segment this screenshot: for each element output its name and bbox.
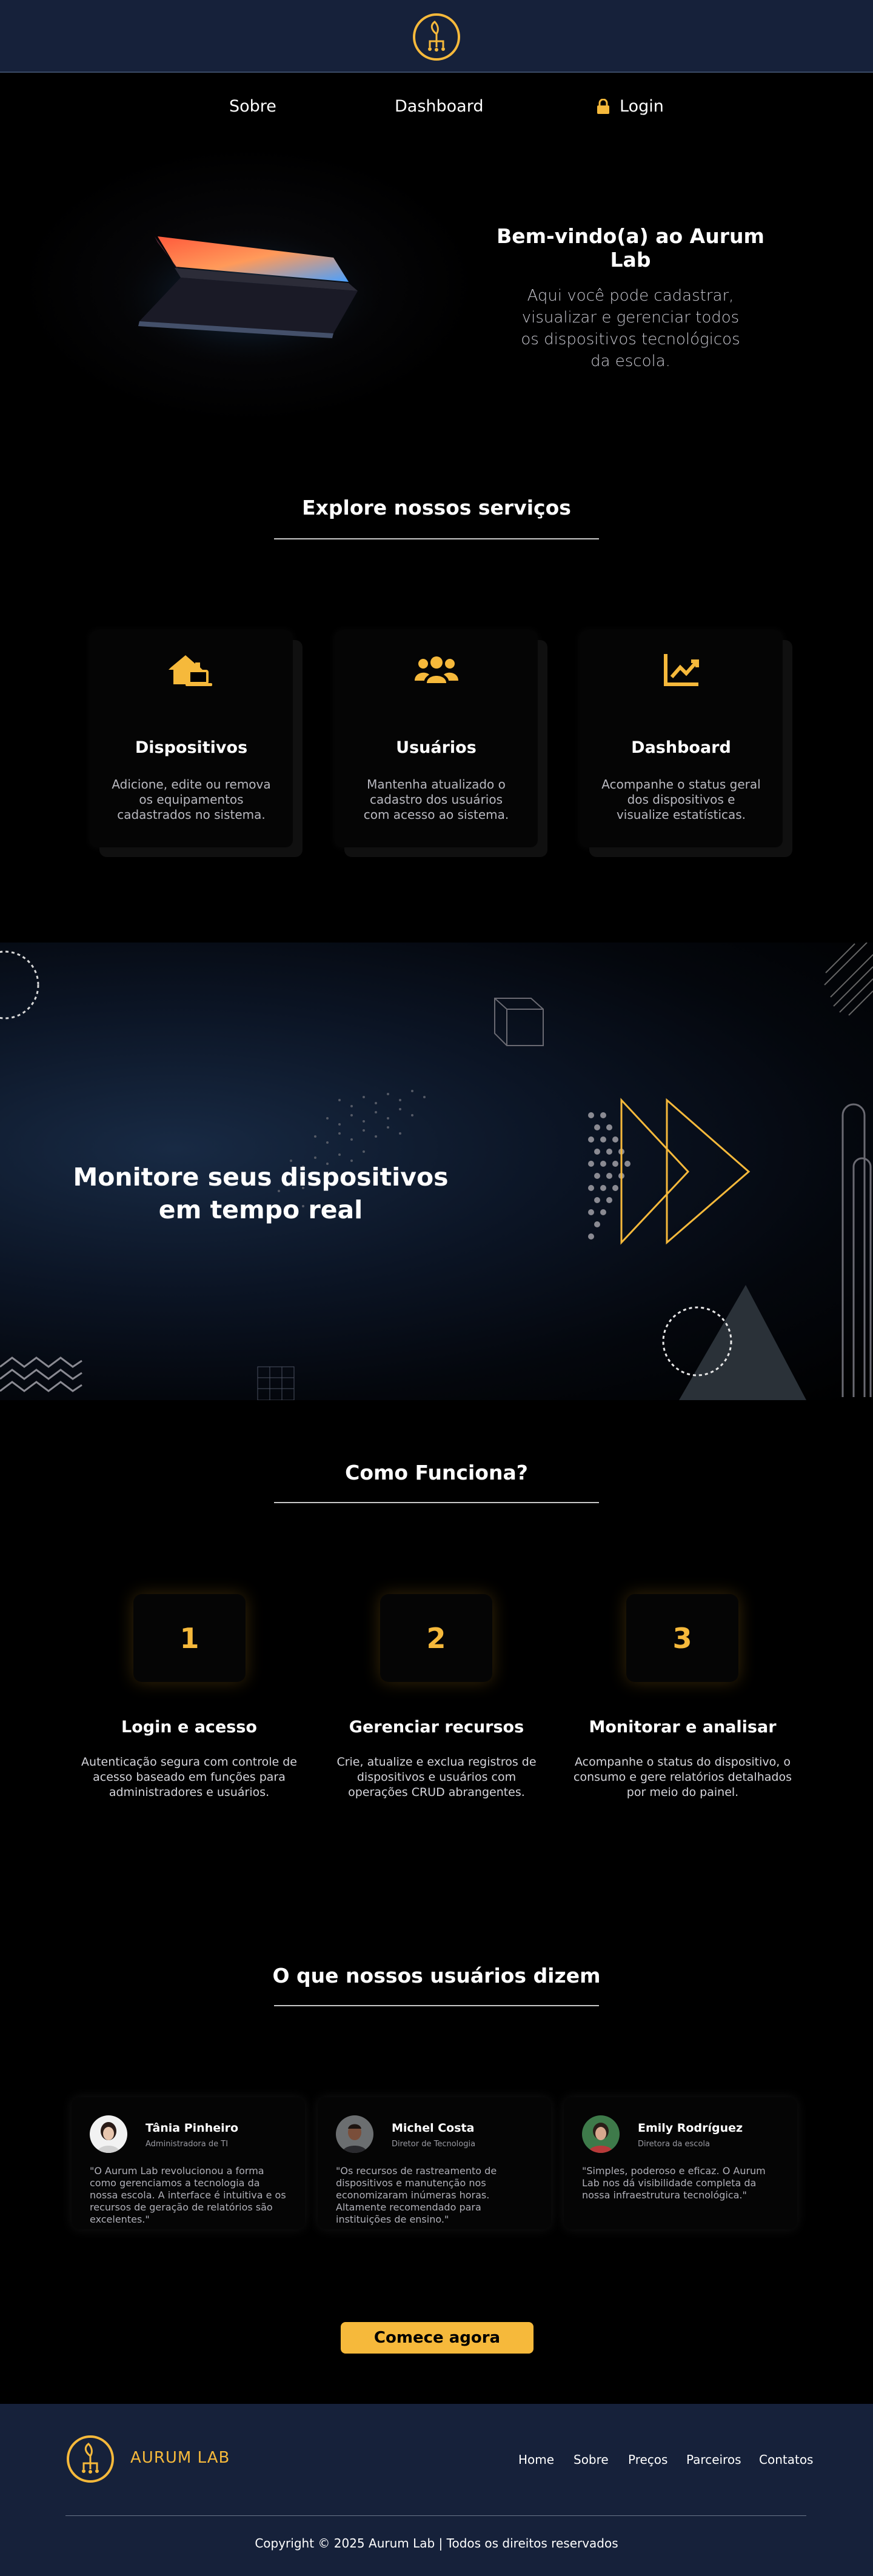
nav-login-link[interactable]: Login bbox=[597, 97, 664, 116]
lock-icon bbox=[597, 98, 609, 114]
nav-dashboard-link[interactable]: Dashboard bbox=[395, 97, 483, 116]
avatar bbox=[90, 2115, 127, 2153]
testimonial-card: Michel Costa Diretor de Tecnologia "Os r… bbox=[318, 2097, 551, 2229]
nav-login-label: Login bbox=[620, 97, 664, 116]
nav-sobre-link[interactable]: Sobre bbox=[229, 97, 276, 116]
step-number-2: 2 bbox=[380, 1594, 492, 1682]
devices-icon bbox=[168, 655, 212, 686]
avatar bbox=[336, 2115, 373, 2153]
footer: AURUM LAB Home Sobre Preços Parceiros Co… bbox=[0, 2404, 873, 2576]
top-bar bbox=[0, 0, 873, 73]
step-title-2: Gerenciar recursos bbox=[349, 1718, 524, 1737]
step-number-1: 1 bbox=[133, 1594, 246, 1682]
aurum-logo-icon[interactable] bbox=[65, 2434, 115, 2484]
hero-text: Aqui você pode cadastrar, visualizar e g… bbox=[521, 287, 740, 370]
service-title: Dashboard bbox=[631, 738, 731, 757]
step-text-3: Acompanhe o status do dispositivo, o con… bbox=[574, 1755, 792, 1799]
users-icon bbox=[414, 656, 458, 683]
footer-link-parceiros[interactable]: Parceiros bbox=[686, 2452, 741, 2467]
get-started-button[interactable]: Comece agora bbox=[341, 2322, 534, 2354]
footer-brand: AURUM LAB bbox=[130, 2449, 230, 2467]
testimonial-role: Diretor de Tecnologia bbox=[392, 2140, 476, 2149]
service-card-users[interactable]: Usuários Mantenha atualizado o cadastro … bbox=[335, 630, 538, 847]
how-divider bbox=[274, 1502, 599, 1503]
testimonial-quote: "Os recursos de rastreamento de disposit… bbox=[336, 2165, 497, 2225]
chart-line-icon bbox=[663, 654, 699, 686]
testimonial-name: Emily Rodríguez bbox=[638, 2121, 743, 2135]
footer-divider bbox=[65, 2515, 806, 2516]
testimonial-card: Emily Rodríguez Diretora da escola "Simp… bbox=[564, 2097, 797, 2229]
testimonial-role: Diretora da escola bbox=[638, 2140, 710, 2149]
service-card-dashboard[interactable]: Dashboard Acompanhe o status geral dos d… bbox=[580, 630, 783, 847]
services-divider bbox=[274, 538, 599, 539]
testimonial-quote: "Simples, poderoso e eficaz. O Aurum Lab… bbox=[582, 2165, 766, 2201]
testimonial-name: Michel Costa bbox=[392, 2121, 475, 2135]
service-card-devices[interactable]: Dispositivos Adicione, edite ou remova o… bbox=[90, 630, 293, 847]
avatar bbox=[582, 2115, 620, 2153]
testimonials-title: O que nossos usuários dizem bbox=[272, 1964, 601, 1987]
testimonial-quote: "O Aurum Lab revolucionou a forma como g… bbox=[90, 2165, 286, 2225]
hero-title: Bem-vindo(a) ao Aurum Lab bbox=[497, 224, 764, 272]
main-nav: Sobre Dashboard Login bbox=[0, 97, 873, 118]
aurum-logo-icon[interactable] bbox=[412, 12, 461, 62]
footer-link-precos[interactable]: Preços bbox=[628, 2452, 667, 2467]
services-title: Explore nossos serviços bbox=[302, 496, 571, 519]
hero-laptop-image bbox=[18, 145, 479, 424]
footer-link-sobre[interactable]: Sobre bbox=[574, 2452, 609, 2467]
service-text: Adicione, edite ou remova os equipamento… bbox=[112, 777, 271, 822]
service-title: Usuários bbox=[396, 738, 477, 757]
copyright-text: Copyright © 2025 Aurum Lab | Todos os di… bbox=[255, 2536, 618, 2551]
service-text: Mantenha atualizado o cadastro dos usuár… bbox=[363, 777, 509, 822]
testimonial-role: Administradora de TI bbox=[146, 2140, 229, 2149]
service-title: Dispositivos bbox=[135, 738, 248, 757]
service-text: Acompanhe o status geral dos dispositivo… bbox=[601, 777, 761, 822]
footer-link-home[interactable]: Home bbox=[518, 2452, 554, 2467]
monitor-banner: Monitore seus dispositivos em tempo real bbox=[0, 943, 873, 1400]
step-title-1: Login e acesso bbox=[121, 1718, 257, 1737]
testimonials-divider bbox=[274, 2005, 599, 2006]
step-text-1: Autenticação segura com controle de aces… bbox=[81, 1755, 297, 1799]
how-title: Como Funciona? bbox=[345, 1461, 528, 1484]
testimonial-card: Tânia Pinheiro Administradora de TI "O A… bbox=[72, 2097, 305, 2229]
footer-link-contatos[interactable]: Contatos bbox=[759, 2452, 813, 2467]
monitor-banner-title: Monitore seus dispositivos em tempo real bbox=[73, 1163, 449, 1224]
testimonial-name: Tânia Pinheiro bbox=[146, 2121, 239, 2135]
step-number-3: 3 bbox=[626, 1594, 738, 1682]
step-text-2: Crie, atualize e exclua registros de dis… bbox=[336, 1755, 537, 1799]
step-title-3: Monitorar e analisar bbox=[589, 1718, 777, 1737]
